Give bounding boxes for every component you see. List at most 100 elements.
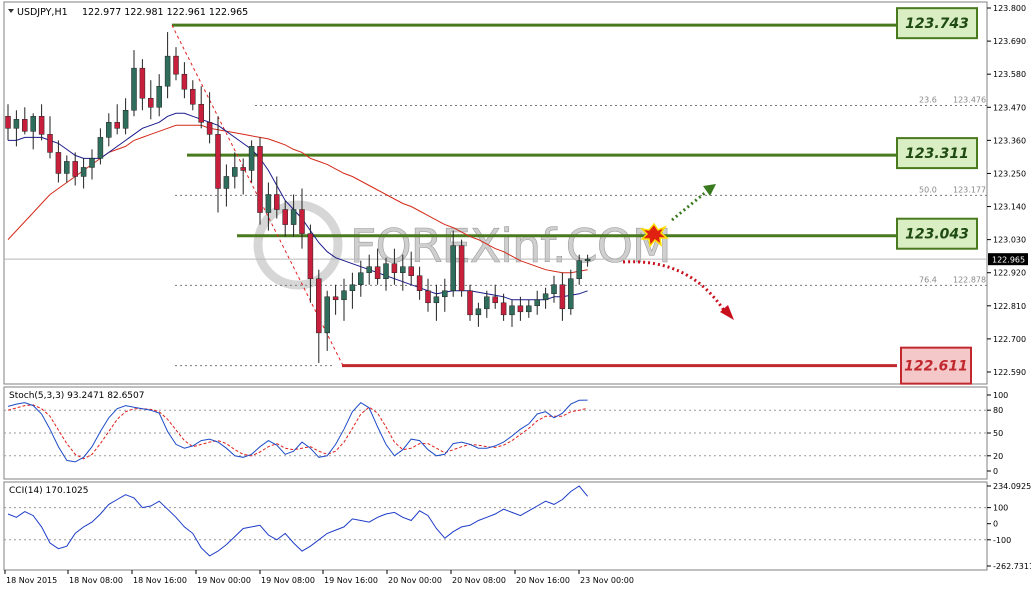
y-tick-label-7: 123.030 <box>993 236 1026 245</box>
candle-body-16 <box>139 67 146 99</box>
cci-y-label-4: -262.7311 <box>993 562 1031 571</box>
candle-body-6 <box>55 152 62 174</box>
y-tick-label-6: 123.140 <box>993 203 1026 212</box>
candle-body-59 <box>500 302 507 316</box>
candle-body-15 <box>131 67 137 111</box>
forex-chart: FOREXinf.COM 123.743 123.311 123.043 122.61… <box>0 0 1031 591</box>
candle-body-50 <box>425 290 431 304</box>
x-tick-label-9: 23 Nov 00:00 <box>580 576 634 585</box>
fib-ratio-23.6: 23.6 <box>919 95 937 104</box>
y-tick-label-10: 122.700 <box>993 335 1026 344</box>
candle-body-27 <box>232 167 238 177</box>
fib-price-23.6: 123.476 <box>953 95 986 104</box>
candle-body-66 <box>559 284 566 310</box>
candle-body-38 <box>324 296 330 334</box>
candle-body-67 <box>568 278 574 310</box>
candle-body-47 <box>400 266 406 273</box>
x-tick-label-1: 18 Nov 08:00 <box>69 576 123 585</box>
candle-body-49 <box>416 275 423 292</box>
watermark-text: FOREXinf.COM <box>350 219 671 273</box>
candle-body-2 <box>22 119 28 132</box>
candle-body-22 <box>190 88 196 105</box>
candle-body-60 <box>509 305 515 316</box>
cci-panel[interactable] <box>3 481 988 571</box>
candle-body-19 <box>164 55 171 87</box>
candle-body-1 <box>13 119 20 129</box>
cci-y-label-3: -100 <box>993 536 1011 545</box>
stoch-y-label-3: 20 <box>993 452 1003 461</box>
candle-54 <box>458 239 465 297</box>
fib-ratio-76.4: 76.4 <box>919 275 937 284</box>
stoch-y-label-2: 50 <box>993 429 1003 438</box>
candle-body-23 <box>198 104 204 123</box>
fib-ratio-50.0: 50.0 <box>919 185 937 194</box>
candle-body-37 <box>316 278 322 334</box>
candle-body-61 <box>517 305 524 313</box>
candle-body-29 <box>248 146 255 171</box>
level-label-122.611: 122.611 <box>904 359 968 375</box>
candle-body-28 <box>240 167 246 171</box>
candle-body-10 <box>89 158 95 168</box>
y-tick-label-8: 122.920 <box>993 269 1026 278</box>
candle-body-55 <box>467 290 473 316</box>
y-tick-label-9: 122.810 <box>993 302 1026 311</box>
candle-body-52 <box>442 290 448 298</box>
candle-body-69 <box>584 258 591 261</box>
candle-body-26 <box>223 176 230 189</box>
x-tick-label-8: 20 Nov 16:00 <box>516 576 570 585</box>
y-tick-label-3: 123.470 <box>993 103 1026 112</box>
candle-body-42 <box>358 272 364 285</box>
candle-body-31 <box>265 194 272 213</box>
x-tick-label-6: 20 Nov 00:00 <box>388 576 442 585</box>
main-chart-panel[interactable] <box>3 1 988 385</box>
candle-body-65 <box>551 284 557 295</box>
cci-title: CCI(14) 170.1025 <box>9 486 89 496</box>
ohlc-label: 122.977 122.981 122.961 122.965 <box>82 7 248 18</box>
candle-body-56 <box>475 308 482 316</box>
candle-body-25 <box>215 134 221 189</box>
candle-body-54 <box>458 245 465 292</box>
symbol-label: USDJPY,H1 <box>17 7 68 18</box>
candle-body-35 <box>299 209 305 234</box>
level-label-123.043: 123.043 <box>905 227 969 243</box>
candle-body-44 <box>374 266 381 279</box>
candle-body-14 <box>122 110 129 129</box>
candle-body-46 <box>391 263 398 273</box>
x-tick-label-2: 18 Nov 16:00 <box>133 576 187 585</box>
stoch-title: Stoch(5,3,3) 93.2471 82.6507 <box>9 391 144 401</box>
candle-body-58 <box>492 296 498 304</box>
candle-body-4 <box>38 116 45 135</box>
stoch-y-label-1: 80 <box>993 406 1003 415</box>
level-label-123.311: 123.311 <box>905 146 969 162</box>
x-tick-label-5: 19 Nov 16:00 <box>324 576 378 585</box>
candle-body-11 <box>97 137 104 159</box>
cci-y-label-0: 234.0925 <box>993 482 1031 491</box>
stoch-y-label-4: 0 <box>993 467 998 476</box>
stoch-y-label-0: 100 <box>993 391 1008 400</box>
candle-body-21 <box>181 73 188 90</box>
candle-body-0 <box>5 116 11 129</box>
candle-body-24 <box>206 122 213 135</box>
candle-body-41 <box>349 284 356 292</box>
candle-body-34 <box>290 209 297 225</box>
candle-body-30 <box>257 146 263 213</box>
candle-body-5 <box>47 134 53 153</box>
candle-body-32 <box>274 194 280 210</box>
cci-y-label-1: 100 <box>993 504 1008 513</box>
candle-body-17 <box>148 98 154 108</box>
candle-body-9 <box>80 167 87 177</box>
current-price-label: 122.965 <box>992 256 1025 265</box>
fib-price-76.4: 122.878 <box>953 275 986 284</box>
candle-body-51 <box>433 296 440 304</box>
candle-body-45 <box>383 263 389 279</box>
x-tick-label-0: 18 Nov 2015 <box>6 576 57 585</box>
candle-body-13 <box>114 122 120 129</box>
candle-body-36 <box>307 233 314 279</box>
x-tick-label-7: 20 Nov 08:00 <box>452 576 506 585</box>
candle-body-40 <box>341 290 347 301</box>
candle-body-8 <box>72 161 78 177</box>
candle-body-64 <box>542 293 549 301</box>
y-tick-label-2: 123.580 <box>993 70 1026 79</box>
y-tick-label-0: 123.800 <box>993 4 1026 13</box>
y-tick-label-1: 123.690 <box>993 37 1026 46</box>
